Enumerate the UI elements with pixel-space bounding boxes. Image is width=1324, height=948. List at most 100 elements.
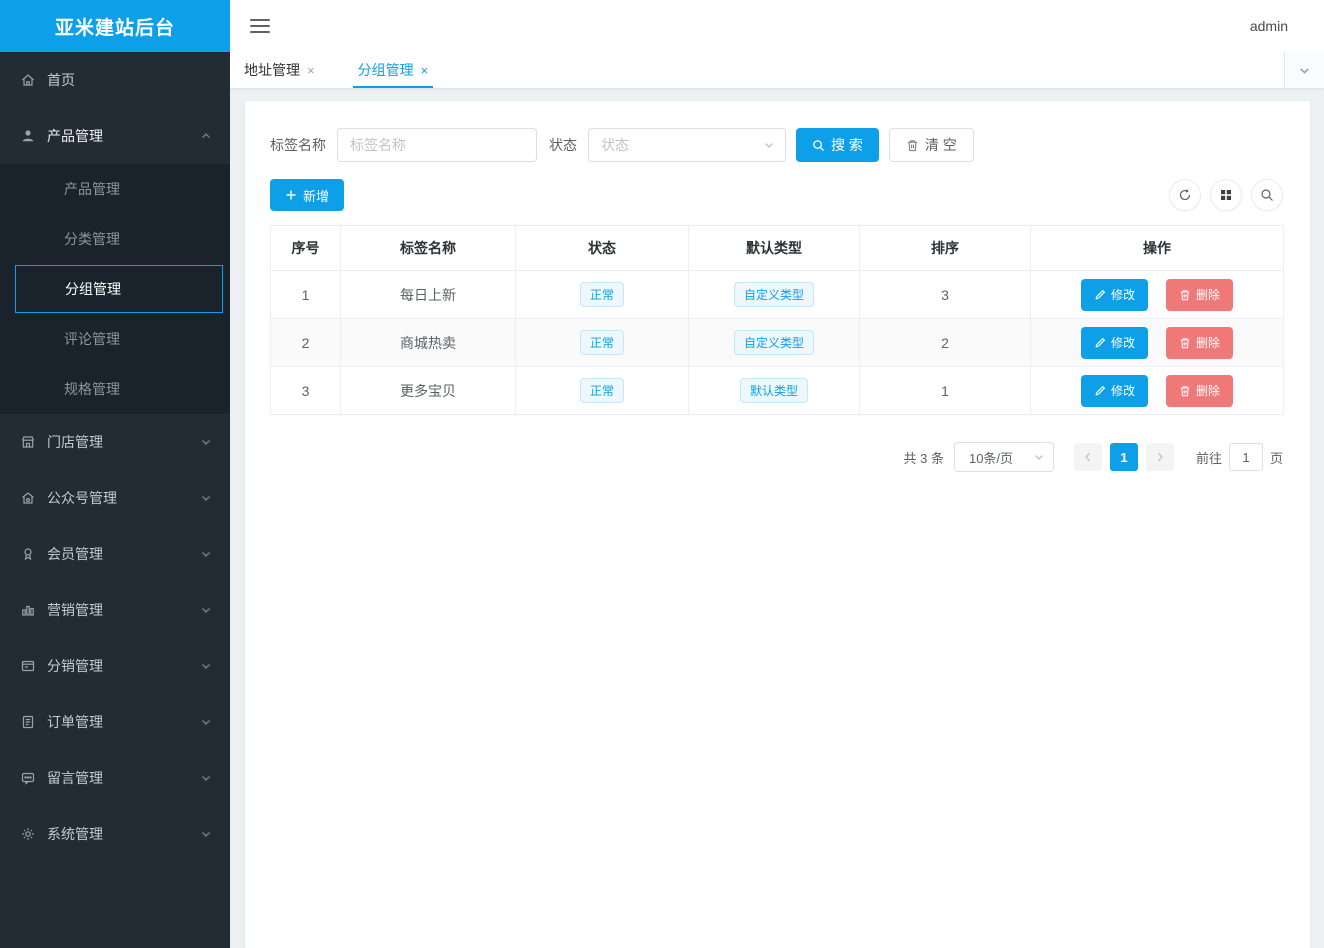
column-settings-button[interactable]: [1210, 179, 1242, 211]
table-row: 1 每日上新 正常 自定义类型 3 修改 删除: [271, 271, 1284, 319]
table-tools: [1169, 179, 1283, 211]
sidebar-item-marketing[interactable]: 营销管理: [0, 582, 230, 638]
edit-button[interactable]: 修改: [1081, 327, 1148, 359]
message-icon: [20, 770, 36, 786]
col-sort: 排序: [860, 226, 1031, 271]
edit-button[interactable]: 修改: [1081, 279, 1148, 311]
sidebar-item-order[interactable]: 订单管理: [0, 694, 230, 750]
sidebar-item-official-account[interactable]: 公众号管理: [0, 470, 230, 526]
tab-label: 地址管理: [244, 60, 300, 80]
plus-icon: [285, 189, 297, 201]
sidebar-toggle-icon[interactable]: [250, 15, 270, 37]
tab-group-manage[interactable]: 分组管理 ×: [353, 52, 434, 88]
submenu-item-comment-manage[interactable]: 评论管理: [0, 314, 230, 364]
pencil-icon: [1094, 289, 1106, 301]
status-select[interactable]: 状态: [588, 128, 786, 162]
chevron-down-icon: [200, 716, 212, 728]
pagination: 共 3 条 10条/页 1 前: [270, 442, 1283, 472]
sidebar-item-distribution[interactable]: 分销管理: [0, 638, 230, 694]
search-icon: [1260, 188, 1274, 202]
sidebar-item-message[interactable]: 留言管理: [0, 750, 230, 806]
sidebar-item-store[interactable]: 门店管理: [0, 414, 230, 470]
search-icon: [812, 139, 825, 152]
status-label: 状态: [549, 135, 577, 155]
chevron-right-icon: [1154, 451, 1166, 463]
goto-label: 前往: [1196, 448, 1222, 467]
goto-page-input[interactable]: [1229, 443, 1263, 471]
close-icon[interactable]: ×: [307, 64, 315, 77]
sidebar-item-label: 订单管理: [47, 712, 103, 732]
chevron-down-icon: [200, 604, 212, 616]
tag-name-input[interactable]: [337, 128, 537, 162]
col-type: 默认类型: [689, 226, 860, 271]
user-icon: [20, 128, 36, 144]
status-select-placeholder: 状态: [601, 135, 763, 155]
table-toolbar: 新增: [270, 179, 1283, 211]
member-icon: [20, 546, 36, 562]
add-button[interactable]: 新增: [270, 179, 344, 211]
sidebar-item-label: 分销管理: [47, 656, 103, 676]
col-actions: 操作: [1031, 226, 1284, 271]
page-size-select[interactable]: 10条/页: [954, 442, 1054, 472]
sidebar-item-system[interactable]: 系统管理: [0, 806, 230, 862]
groups-table: 序号 标签名称 状态 默认类型 排序 操作 1 每日上新 正常 自定义类型 3: [270, 225, 1284, 415]
submenu-item-product-manage[interactable]: 产品管理: [0, 164, 230, 214]
submenu-item-group-manage[interactable]: 分组管理: [15, 265, 223, 313]
sidebar-item-home[interactable]: 首页: [0, 52, 230, 108]
sidebar-menu: 首页 产品管理 产品管理 分类管理 分组管理 评论管理 规格管理 门店管理: [0, 52, 230, 862]
sidebar-item-label: 门店管理: [47, 432, 103, 452]
page-size-value: 10条/页: [969, 448, 1033, 467]
tag-name-label: 标签名称: [270, 135, 326, 155]
product-submenu: 产品管理 分类管理 分组管理 评论管理 规格管理: [0, 164, 230, 414]
submenu-item-spec-manage[interactable]: 规格管理: [0, 364, 230, 414]
table-search-button[interactable]: [1251, 179, 1283, 211]
sidebar-item-member[interactable]: 会员管理: [0, 526, 230, 582]
table-header-row: 序号 标签名称 状态 默认类型 排序 操作: [271, 226, 1284, 271]
sidebar-item-product[interactable]: 产品管理: [0, 108, 230, 164]
pencil-icon: [1094, 385, 1106, 397]
chevron-up-icon: [200, 130, 212, 142]
table-row: 3 更多宝贝 正常 默认类型 1 修改 删除: [271, 367, 1284, 415]
clear-button[interactable]: 清 空: [889, 128, 974, 162]
status-badge: 正常: [580, 330, 624, 355]
edit-button[interactable]: 修改: [1081, 375, 1148, 407]
chevron-down-icon: [200, 492, 212, 504]
status-badge: 正常: [580, 282, 624, 307]
tabs-dropdown-button[interactable]: [1284, 52, 1324, 88]
trash-icon: [1179, 289, 1191, 301]
cell-sort: 3: [860, 271, 1031, 319]
type-badge: 自定义类型: [734, 282, 814, 307]
store-icon: [20, 434, 36, 450]
cell-sort: 2: [860, 319, 1031, 367]
status-badge: 正常: [580, 378, 624, 403]
app-logo: 亚米建站后台: [0, 0, 230, 52]
distribution-icon: [20, 658, 36, 674]
submenu-item-category-manage[interactable]: 分类管理: [0, 214, 230, 264]
close-icon[interactable]: ×: [421, 64, 429, 77]
chevron-down-icon: [763, 139, 775, 151]
delete-button[interactable]: 删除: [1166, 327, 1233, 359]
next-page-button[interactable]: [1146, 443, 1174, 471]
prev-page-button[interactable]: [1074, 443, 1102, 471]
home-icon: [20, 72, 36, 88]
chevron-down-icon: [200, 828, 212, 840]
grid-icon: [1220, 189, 1232, 201]
delete-button[interactable]: 删除: [1166, 279, 1233, 311]
cell-index: 3: [271, 367, 341, 415]
trash-icon: [1179, 337, 1191, 349]
delete-button[interactable]: 删除: [1166, 375, 1233, 407]
type-badge: 默认类型: [740, 378, 808, 403]
search-button[interactable]: 搜 索: [796, 128, 879, 162]
refresh-button[interactable]: [1169, 179, 1201, 211]
cell-name: 商城热卖: [341, 319, 516, 367]
chevron-left-icon: [1082, 451, 1094, 463]
chevron-down-icon: [200, 436, 212, 448]
cell-name: 每日上新: [341, 271, 516, 319]
cell-index: 2: [271, 319, 341, 367]
col-index: 序号: [271, 226, 341, 271]
page-number-1[interactable]: 1: [1110, 443, 1138, 471]
user-menu[interactable]: admin: [1250, 18, 1288, 34]
sidebar-item-label: 首页: [47, 70, 75, 90]
content-card: 标签名称 状态 状态 搜 索: [245, 101, 1310, 948]
tab-address-manage[interactable]: 地址管理 ×: [239, 52, 320, 88]
